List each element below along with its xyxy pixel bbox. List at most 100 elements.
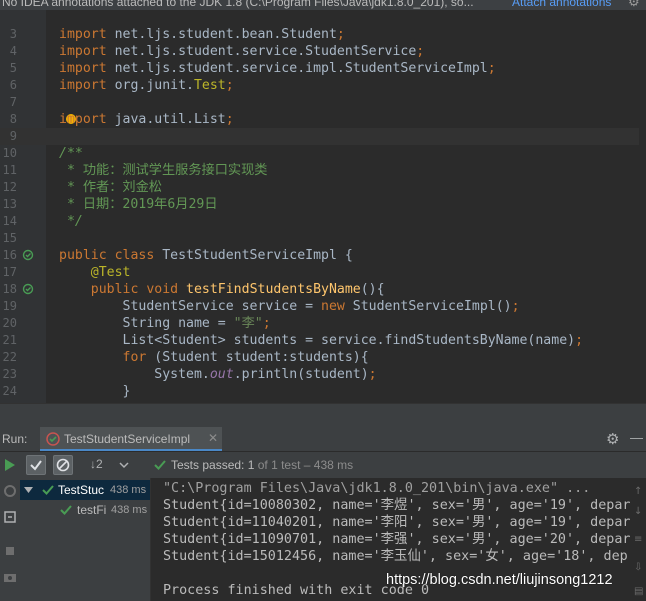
gear-icon[interactable]: ⚙ (628, 0, 640, 10)
test-results-tree[interactable]: TestStuc 438 ms testFi 438 ms (20, 478, 151, 601)
tab-label: TestStudentServiceImpl (64, 432, 191, 446)
code-text: public class TestStudentServiceImpl { (59, 247, 353, 264)
scroll-up-icon[interactable]: ↑ (634, 486, 642, 497)
chevron-down-icon[interactable] (24, 486, 33, 495)
expand-icon[interactable] (118, 459, 130, 471)
toggle-auto-test-icon[interactable] (3, 510, 17, 524)
line-number: 3 (9, 27, 17, 41)
code-text: @Test (59, 264, 131, 281)
watermark: https://blog.csdn.net/liujinsong1212 (386, 572, 613, 588)
run-test-gutter-icon[interactable] (22, 283, 34, 295)
tree-item-time: 438 ms (110, 484, 147, 496)
editor-scrollbar[interactable] (639, 10, 646, 403)
ignored-icon (56, 458, 70, 472)
close-icon[interactable]: ✕ (208, 431, 218, 445)
tool-window-divider[interactable] (0, 403, 646, 427)
code-line[interactable]: 17 @Test (0, 264, 646, 281)
code-editor[interactable]: 3 import net.ljs.student.bean.Student; 4 im… (0, 10, 646, 403)
code-token: String name = (59, 316, 234, 331)
code-line[interactable]: 20 String name = "李"; (0, 315, 646, 332)
hide-icon[interactable]: — (630, 430, 643, 445)
scroll-down-icon[interactable]: ↓ (634, 506, 642, 517)
code-token: net.ljs.student.service.impl.StudentServ… (106, 61, 488, 76)
rerun-failed-icon[interactable] (3, 484, 17, 498)
scroll-to-end-icon[interactable]: ⇩ (634, 562, 642, 573)
attach-annotations-link[interactable]: Attach annotations (512, 0, 611, 9)
line-number: 14 (2, 214, 17, 228)
print-icon[interactable]: ▤ (634, 586, 643, 597)
line-number: 7 (9, 95, 17, 109)
line-number: 19 (2, 299, 17, 313)
line-number: 5 (9, 61, 17, 75)
run-label: Run: (2, 432, 28, 446)
code-line[interactable]: 23 System.out.println(student); (0, 366, 646, 383)
camera-icon[interactable] (3, 570, 17, 584)
console-scrollbar[interactable]: ↑ ↓ ≡ ⇩ ▤ (632, 478, 646, 601)
code-line[interactable]: 11 * 功能：测试学生服务接口实现类 (0, 162, 646, 179)
code-line[interactable]: 6 import org.junit.Test; (0, 77, 646, 94)
code-token: * 作者：刘金松 (59, 180, 162, 195)
tests-status-prefix: Tests passed: (171, 458, 245, 472)
soft-wrap-icon[interactable]: ≡ (634, 534, 642, 545)
code-line[interactable]: 19 StudentService service = new StudentS… (0, 298, 646, 315)
tree-item-test-method[interactable]: testFi 438 ms (20, 500, 150, 520)
code-token: import (59, 112, 107, 127)
code-line[interactable]: 9 (0, 128, 646, 145)
test-config-icon (46, 432, 60, 446)
code-line[interactable]: 16 public class TestStudentServiceImpl { (0, 247, 646, 264)
code-line[interactable]: 21 List<Student> students = service.find… (0, 332, 646, 349)
passed-check-icon (154, 460, 166, 470)
code-token: ; (262, 316, 271, 331)
settings-gear-icon[interactable]: ⚙ (606, 430, 619, 448)
sort-icon[interactable]: ↓2 (90, 457, 103, 471)
code-text: import net.ljs.student.bean.Student; (59, 26, 345, 43)
code-text: * 功能：测试学生服务接口实现类 (59, 162, 268, 179)
code-line[interactable]: 24 } (0, 383, 646, 400)
run-tool-window-header: Run: TestStudentServiceImpl ✕ ⚙ — (0, 427, 646, 452)
check-icon (30, 460, 42, 471)
run-test-gutter-icon[interactable] (22, 249, 34, 261)
code-token: TestStudentServiceImpl { (162, 248, 353, 263)
tab-test-student-service-impl[interactable]: TestStudentServiceImpl ✕ (40, 427, 222, 451)
code-token: ; (416, 44, 425, 59)
code-token: * 功能：测试学生服务接口实现类 (59, 163, 268, 178)
code-token: List<Student> students = service.findStu… (59, 333, 576, 348)
code-line[interactable]: 22 for (Student student:students){ (0, 349, 646, 366)
code-line[interactable]: 7 (0, 94, 646, 111)
code-token: java.util.List (106, 112, 226, 127)
code-token: for (122, 350, 155, 365)
tree-item-label: testFi (77, 503, 107, 517)
code-text: public void testFindStudentsByName(){ (59, 281, 385, 298)
code-token: testFindStudentsByName (186, 282, 361, 297)
tree-item-time: 438 ms (111, 504, 148, 516)
code-token: StudentService service = (59, 299, 322, 314)
code-line[interactable]: 12 * 作者：刘金松 (0, 179, 646, 196)
code-line[interactable]: 3 import net.ljs.student.bean.Student; (0, 26, 646, 43)
code-line[interactable]: 14 */ (0, 213, 646, 230)
code-token: .println(student) (233, 367, 369, 382)
code-text: for (Student student:students){ (59, 349, 369, 366)
line-number: 12 (2, 180, 17, 194)
tree-item-test-class[interactable]: TestStuc 438 ms (20, 480, 150, 500)
code-token: public class (59, 248, 163, 263)
line-number: 6 (9, 78, 17, 92)
code-line[interactable]: 4 import net.ljs.student.service.StudentS… (0, 43, 646, 60)
code-token: out (209, 367, 234, 382)
code-token: import (59, 44, 107, 59)
stop-icon[interactable] (3, 544, 17, 558)
code-line[interactable]: 15 (0, 230, 646, 247)
console-line: Student{id=10080302, name='李煜', sex='男',… (163, 498, 631, 513)
rerun-icon[interactable] (3, 458, 17, 472)
code-line[interactable]: 10 /** (0, 145, 646, 162)
code-line[interactable]: 13 * 日期：2019年6月29日 (0, 196, 646, 213)
console-line: Student{id=11040201, name='李阳', sex='男',… (163, 515, 631, 530)
code-line[interactable]: 18 public void testFindStudentsByName(){ (0, 281, 646, 298)
line-number: 21 (2, 333, 17, 347)
code-line[interactable]: 5 import net.ljs.student.service.impl.Stu… (0, 60, 646, 77)
show-passed-button[interactable] (26, 455, 46, 475)
code-line[interactable]: 8 import java.util.List; (0, 111, 646, 128)
show-ignored-button[interactable] (53, 455, 73, 475)
code-token: ; (225, 112, 234, 127)
